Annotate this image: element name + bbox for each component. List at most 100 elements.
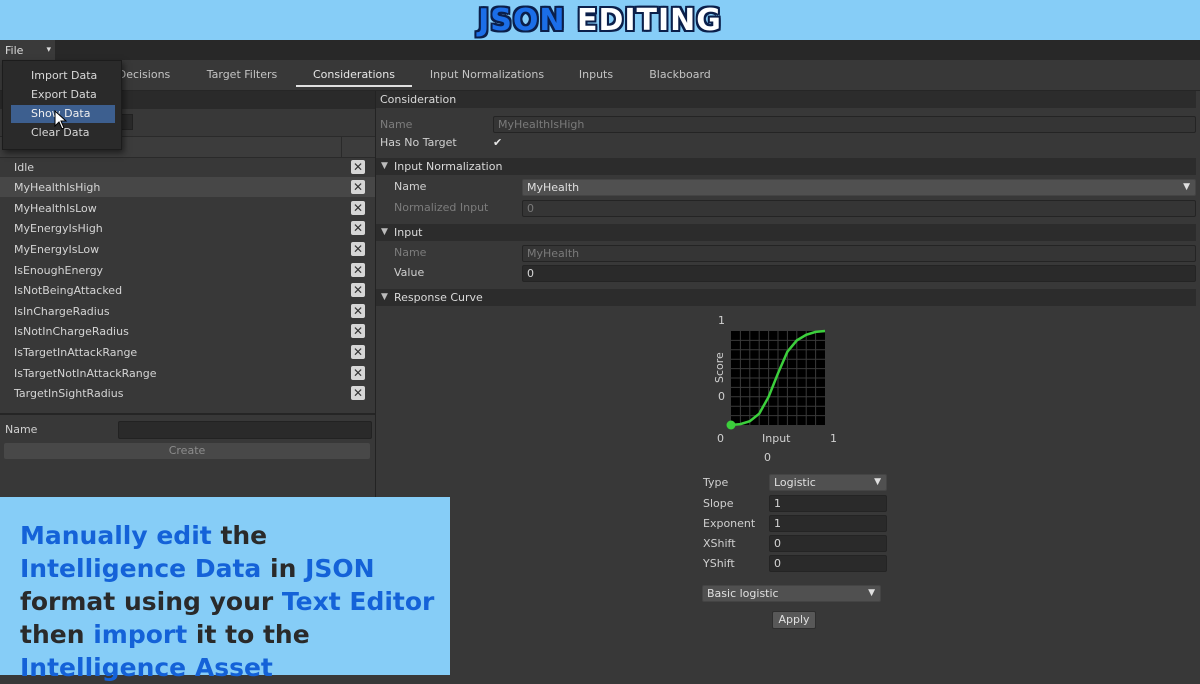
delete-icon[interactable]: ✕ xyxy=(351,386,365,400)
caption-box: Manually edit the Intelligence Data in J… xyxy=(0,497,450,682)
caption-highlight: Intelligence Data xyxy=(20,554,262,583)
triangle-down-icon: ▼ xyxy=(381,292,388,302)
tab-target-filters[interactable]: Target Filters xyxy=(200,65,284,85)
input-value-readout: 0 xyxy=(764,451,771,464)
name-label: Name xyxy=(380,118,413,131)
list-item[interactable]: IsTargetNotInAttackRange ✕ xyxy=(0,363,375,383)
chevron-down-icon: ▼ xyxy=(1183,182,1190,192)
caption-text: Manually edit the Intelligence Data in J… xyxy=(20,519,438,684)
exponent-field[interactable]: 1 xyxy=(769,515,887,532)
curve-type-label: Type xyxy=(703,476,729,489)
response-curve-chart: 1 0 Score 0 Input 1 0 xyxy=(713,314,837,464)
list-item[interactable]: IsEnoughEnergy ✕ xyxy=(0,260,375,280)
consideration-inspector: Consideration Name MyHealthIsHigh Has No… xyxy=(376,91,1200,675)
column-divider xyxy=(341,137,342,157)
list-item-label: IsNotBeingAttacked xyxy=(14,284,123,297)
tab-input-normalizations[interactable]: Input Normalizations xyxy=(425,65,549,85)
create-button[interactable]: Create xyxy=(4,443,370,459)
input-value-label: Value xyxy=(394,266,425,279)
response-curve-header[interactable]: ▼ Response Curve xyxy=(376,289,1196,306)
list-item[interactable]: TargetInSightRadius ✕ xyxy=(0,383,375,403)
caption-segment: it to the xyxy=(187,620,310,649)
list-item[interactable]: MyEnergyIsLow ✕ xyxy=(0,239,375,259)
input-title: Input xyxy=(394,226,423,239)
list-item[interactable]: MyHealthIsLow ✕ xyxy=(0,198,375,218)
input-name-label: Name xyxy=(394,246,427,259)
caption-segment: then xyxy=(20,620,94,649)
list-item[interactable]: IsTargetInAttackRange ✕ xyxy=(0,342,375,362)
new-name-input[interactable] xyxy=(118,421,372,439)
list-item-label: MyEnergyIsHigh xyxy=(14,222,103,235)
apply-button[interactable]: Apply xyxy=(772,611,816,629)
delete-icon[interactable]: ✕ xyxy=(351,263,365,277)
has-no-target-checkbox[interactable]: ✔ xyxy=(493,136,502,149)
delete-icon[interactable]: ✕ xyxy=(351,324,365,338)
list-item-label: MyEnergyIsLow xyxy=(14,243,100,256)
file-menu-label: File xyxy=(5,43,24,57)
list-item-label: MyHealthIsHigh xyxy=(14,181,101,194)
curve-marker-point xyxy=(726,420,736,430)
file-dropdown-menu: Import Data Export Data Show Data Clear … xyxy=(2,60,122,150)
delete-icon[interactable]: ✕ xyxy=(351,201,365,215)
banner-title-editing: EDITING xyxy=(565,2,722,38)
has-no-target-label: Has No Target xyxy=(380,136,457,149)
delete-icon[interactable]: ✕ xyxy=(351,160,365,174)
list-item[interactable]: IsInChargeRadius ✕ xyxy=(0,301,375,321)
y-tick-label-bottom: 0 xyxy=(718,390,725,403)
delete-icon[interactable]: ✕ xyxy=(351,283,365,297)
xshift-field[interactable]: 0 xyxy=(769,535,887,552)
list-item-selected[interactable]: MyHealthIsHigh ✕ xyxy=(0,177,375,197)
banner-title-json: JSON xyxy=(478,2,566,38)
delete-icon[interactable]: ✕ xyxy=(351,242,365,256)
menu-item-import-data[interactable]: Import Data xyxy=(11,67,115,85)
list-item[interactable]: IsNotInChargeRadius ✕ xyxy=(0,321,375,341)
input-normalization-header[interactable]: ▼ Input Normalization xyxy=(376,158,1196,175)
chevron-down-icon: ▼ xyxy=(874,477,881,487)
curve-preset-select[interactable]: Basic logistic ▼ xyxy=(702,585,881,602)
list-item-label: Idle xyxy=(14,161,35,174)
triangle-down-icon: ▼ xyxy=(381,161,388,171)
mouse-cursor-icon xyxy=(54,110,68,130)
delete-icon[interactable]: ✕ xyxy=(351,304,365,318)
response-curve-title: Response Curve xyxy=(394,291,483,304)
file-menu-button[interactable]: File ▾ xyxy=(0,40,55,60)
consideration-title: Consideration xyxy=(380,93,457,106)
caption-highlight: Text Editor xyxy=(281,587,435,616)
list-item-label: TargetInSightRadius xyxy=(14,387,124,400)
chevron-down-icon: ▾ xyxy=(46,45,51,55)
curve-preset-value: Basic logistic xyxy=(707,587,779,600)
menu-item-export-data[interactable]: Export Data xyxy=(11,86,115,104)
list-item[interactable]: Idle ✕ xyxy=(0,157,375,177)
tab-inputs[interactable]: Inputs xyxy=(570,65,622,85)
slope-field[interactable]: 1 xyxy=(769,495,887,512)
caption-segment: the xyxy=(211,521,268,550)
curve-type-select[interactable]: Logistic ▼ xyxy=(769,474,887,491)
list-item-label: IsEnoughEnergy xyxy=(14,264,104,277)
list-item-label: MyHealthIsLow xyxy=(14,202,97,215)
input-normalization-title: Input Normalization xyxy=(394,160,503,173)
normalized-input-field: 0 xyxy=(522,200,1196,217)
banner-title: JSON EDITING xyxy=(478,3,722,38)
x-tick-label-right: 1 xyxy=(830,432,837,445)
triangle-down-icon: ▼ xyxy=(381,227,388,237)
y-axis-label: Score xyxy=(713,352,726,383)
yshift-label: YShift xyxy=(703,557,735,570)
y-tick-label-top: 1 xyxy=(718,314,725,327)
list-item-label: IsNotInChargeRadius xyxy=(14,325,129,338)
delete-icon[interactable]: ✕ xyxy=(351,180,365,194)
tab-considerations[interactable]: Considerations xyxy=(296,65,412,87)
new-name-label: Name xyxy=(5,423,38,436)
menu-bar: File ▾ xyxy=(0,40,1200,61)
delete-icon[interactable]: ✕ xyxy=(351,221,365,235)
list-item[interactable]: IsNotBeingAttacked ✕ xyxy=(0,280,375,300)
x-tick-label-left: 0 xyxy=(717,432,724,445)
input-header[interactable]: ▼ Input xyxy=(376,224,1196,241)
normalization-name-select[interactable]: MyHealth ▼ xyxy=(522,179,1196,196)
tab-blackboard[interactable]: Blackboard xyxy=(642,65,718,85)
delete-icon[interactable]: ✕ xyxy=(351,366,365,380)
input-value-field[interactable]: 0 xyxy=(522,265,1196,282)
caption-segment: in xyxy=(261,554,306,583)
delete-icon[interactable]: ✕ xyxy=(351,345,365,359)
list-item[interactable]: MyEnergyIsHigh ✕ xyxy=(0,218,375,238)
yshift-field[interactable]: 0 xyxy=(769,555,887,572)
